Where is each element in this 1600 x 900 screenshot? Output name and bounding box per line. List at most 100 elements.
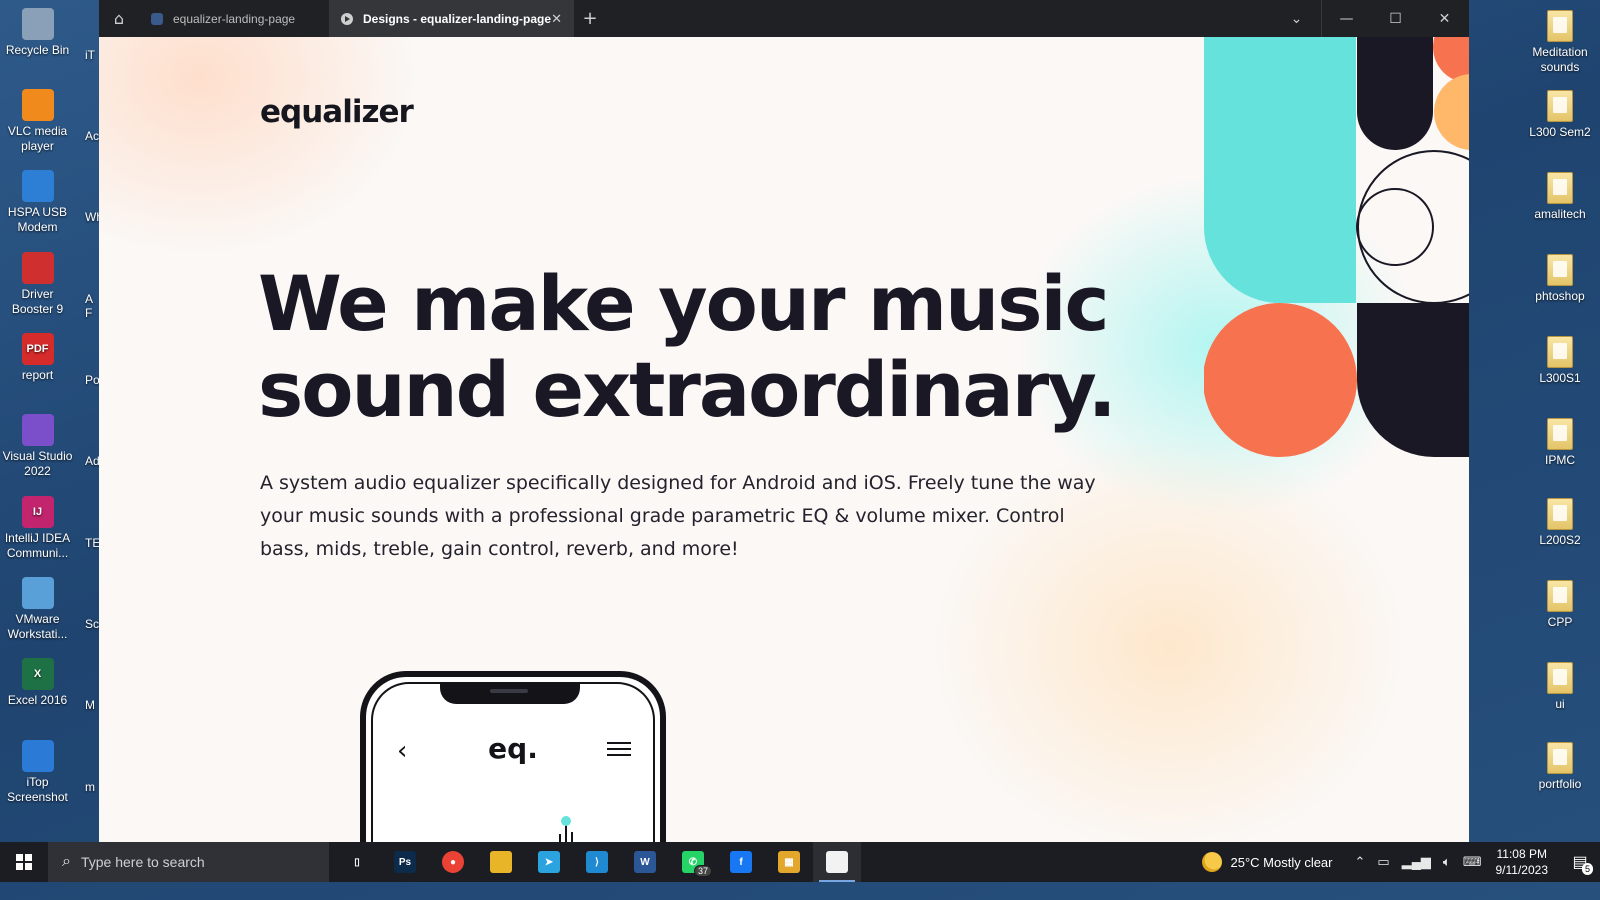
taskbar-app-store-button[interactable]: ▦ [765, 842, 813, 882]
partial-desktop-label: Sc [85, 617, 100, 631]
clock-time: 11:08 PM [1496, 847, 1547, 861]
desktop-folder[interactable]: amalitech [1520, 172, 1600, 222]
coral-circle-shape [1204, 303, 1357, 457]
desktop-icon-modem[interactable]: HSPA USB Modem [0, 170, 75, 235]
taskbar-task-view-button[interactable]: ▯ [333, 842, 381, 882]
taskbar: ⌕ Type here to search ▯ Ps ● ➤ ⟩ W ✆ 37 f ▦ 25°C … [0, 842, 1600, 882]
volume-icon[interactable]: 🔈︎ [1443, 854, 1451, 870]
tab-dropdown-icon[interactable]: ⌄ [1272, 0, 1321, 37]
desktop-icon-label: VLC media player [7, 124, 68, 153]
taskbar-word-button[interactable]: W [621, 842, 669, 882]
taskbar-file-explorer-button[interactable] [477, 842, 525, 882]
desktop-icon-label: HSPA USB Modem [7, 205, 68, 234]
whatsapp-badge: 37 [693, 865, 712, 877]
desktop-icon-label: Visual Studio 2022 [2, 449, 73, 478]
desktop-icon-vmware[interactable]: VMware Workstati... [0, 577, 75, 642]
desktop-folder-label: Meditation sounds [1532, 45, 1588, 74]
folder-icon [1547, 418, 1573, 450]
battery-icon[interactable]: ▭ [1377, 854, 1389, 870]
folder-icon [1547, 172, 1573, 204]
desktop-icon-driver-booster[interactable]: Driver Booster 9 [0, 252, 75, 317]
weather-widget[interactable]: 25°C Mostly clear [1202, 852, 1333, 872]
desktop-folder[interactable]: L300 Sem2 [1520, 90, 1600, 140]
desktop-folder[interactable]: ui [1520, 662, 1600, 712]
desktop-icon-recycle-bin[interactable]: Recycle Bin [0, 8, 75, 58]
partial-desktop-label: A F [85, 292, 93, 320]
clock-date: 9/11/2023 [1495, 863, 1549, 877]
recycle-bin-icon [21, 8, 54, 40]
hamburger-menu-icon[interactable] [607, 742, 631, 758]
notifications-button[interactable]: ▤ 5 [1560, 842, 1600, 882]
taskbar-whatsapp-button[interactable]: ✆ 37 [669, 842, 717, 882]
network-icon[interactable]: ▂▄▆ [1402, 854, 1431, 870]
desktop-icon-label: VMware Workstati... [7, 612, 68, 641]
taskbar-document-button[interactable] [813, 842, 861, 882]
desktop-folder[interactable]: L300S1 [1520, 336, 1600, 386]
taskbar-search-input[interactable]: ⌕ Type here to search [48, 842, 329, 882]
minimize-button[interactable]: — [1322, 0, 1371, 37]
close-window-button[interactable]: ✕ [1420, 0, 1469, 37]
desktop-icon-vlc[interactable]: VLC media player [0, 89, 75, 154]
play-favicon-icon [341, 12, 353, 25]
window-controls: ⌄ — ☐ ✕ [1272, 0, 1469, 37]
new-tab-button[interactable]: + [574, 8, 606, 29]
desktop-folder-label: ui [1555, 697, 1565, 711]
driver-booster-icon [21, 252, 54, 284]
eq-knob [561, 816, 571, 826]
word-icon: W [634, 851, 656, 873]
task-view-icon: ▯ [346, 851, 368, 873]
tab-label: equalizer-landing-page [173, 11, 296, 26]
desktop-folder-label: portfolio [1538, 777, 1582, 791]
desktop-icon-intellij[interactable]: IJ IntelliJ IDEA Communi... [0, 496, 75, 561]
desktop-folder[interactable]: Meditation sounds [1520, 10, 1600, 75]
desktop-icon-pdf[interactable]: PDF report [0, 333, 75, 383]
vmware-icon [21, 577, 54, 609]
desktop-folder-label: L300 Sem2 [1529, 125, 1591, 139]
taskbar-telegram-button[interactable]: ➤ [525, 842, 573, 882]
show-hidden-icons-icon[interactable]: ⌃ [1355, 854, 1366, 870]
keyboard-icon[interactable]: ⌨︎ [1463, 854, 1482, 870]
decorative-shapes [1204, 37, 1469, 457]
cyan-pill-square [1280, 157, 1356, 303]
taskbar-facebook-button[interactable]: f [717, 842, 765, 882]
desktop-icon-label: iTop Screenshot [7, 775, 68, 804]
partial-desktop-label: Ac [85, 129, 100, 143]
file-explorer-icon [490, 851, 512, 873]
partial-desktop-label: iT [85, 48, 95, 62]
outline-small-circle [1356, 188, 1434, 266]
desktop-folder[interactable]: CPP [1520, 580, 1600, 630]
weather-text: 25°C Mostly clear [1230, 854, 1333, 870]
tab-designs-active[interactable]: Designs - equalizer-landing-page ✕ [329, 0, 574, 37]
tab-equalizer-landing-page[interactable]: equalizer-landing-page [139, 0, 329, 37]
home-icon[interactable]: ⌂ [99, 0, 139, 37]
modem-icon [21, 170, 54, 202]
landing-page: equalizer We make your music sound extra… [99, 37, 1469, 842]
desktop-icon-excel[interactable]: X Excel 2016 [0, 658, 75, 708]
tab-label: Designs - equalizer-landing-page [363, 11, 552, 26]
taskbar-photoshop-button[interactable]: Ps [381, 842, 429, 882]
folder-icon [1547, 662, 1573, 694]
tab-close-icon[interactable]: ✕ [551, 11, 562, 27]
navy-half-shape [1357, 303, 1469, 457]
maximize-button[interactable]: ☐ [1371, 0, 1420, 37]
desktop-icon-visual-studio[interactable]: Visual Studio 2022 [0, 414, 75, 479]
desktop-folder[interactable]: L200S2 [1520, 498, 1600, 548]
desktop-folder[interactable]: IPMC [1520, 418, 1600, 468]
desktop-folder[interactable]: phtoshop [1520, 254, 1600, 304]
app-store-icon: ▦ [778, 851, 800, 873]
taskbar-vscode-button[interactable]: ⟩ [573, 842, 621, 882]
phone-mockup: ‹ eq. [360, 671, 666, 842]
site-logo[interactable]: equalizer [260, 94, 414, 130]
phone-screen: ‹ eq. [371, 682, 655, 842]
taskbar-chrome-button[interactable]: ● [429, 842, 477, 882]
desktop-folder-label: L200S2 [1539, 533, 1581, 547]
desktop-icon-itop-screenshot[interactable]: iTop Screenshot [0, 740, 75, 805]
peach-glow [99, 37, 419, 257]
start-button[interactable] [0, 842, 48, 882]
taskbar-clock[interactable]: 11:08 PM 9/11/2023 [1496, 846, 1549, 878]
equalizer-bars [559, 816, 573, 842]
folder-icon [1547, 254, 1573, 286]
desktop-folder[interactable]: portfolio [1520, 742, 1600, 792]
phone-notch [440, 684, 580, 704]
desktop-folder-label: phtoshop [1535, 289, 1585, 303]
